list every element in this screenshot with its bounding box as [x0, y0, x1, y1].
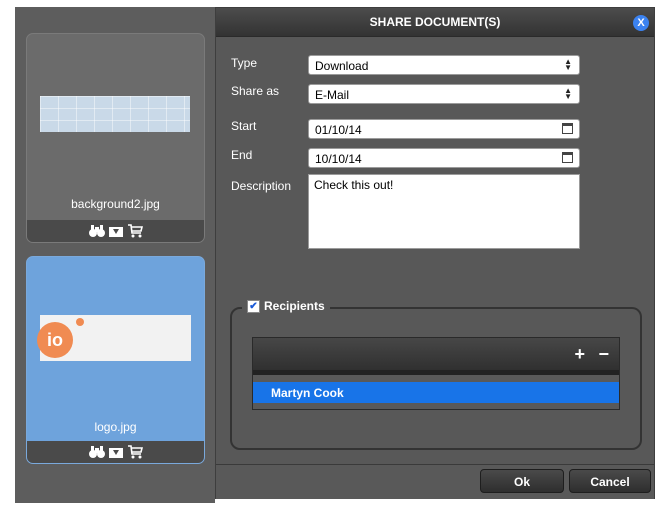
dialog-titlebar: SHARE DOCUMENT(S) X: [216, 8, 654, 37]
share-as-label: Share as: [231, 84, 280, 98]
thumbnail-card-logo[interactable]: io logo.jpg: [26, 256, 205, 464]
file-gallery: background2.jpg io logo.jpg: [15, 7, 215, 503]
recipients-grid: + − Martyn Cook: [252, 337, 620, 410]
add-icon[interactable]: +: [574, 345, 585, 363]
grid-header: + −: [253, 338, 619, 370]
cart-icon[interactable]: [127, 445, 143, 459]
cart-icon[interactable]: [127, 224, 143, 238]
end-date-field[interactable]: 10/10/14: [308, 148, 580, 168]
share-documents-dialog: SHARE DOCUMENT(S) X Type Download ▲ ▼ Sha…: [215, 7, 655, 499]
calendar-icon[interactable]: [562, 123, 573, 134]
end-label: End: [231, 148, 253, 162]
thumbnail-actions: [27, 441, 204, 463]
logo-image: io: [37, 322, 73, 358]
cancel-button[interactable]: Cancel: [569, 469, 651, 493]
remove-icon[interactable]: −: [598, 345, 609, 363]
description-textarea[interactable]: Check this out!: [308, 174, 580, 249]
select-arrows-icon: ▲ ▼: [564, 57, 572, 72]
recipient-row[interactable]: Martyn Cook: [253, 382, 619, 403]
end-date-value: 10/10/14: [315, 152, 362, 166]
binoculars-icon[interactable]: [88, 445, 105, 459]
thumbnail-filename: logo.jpg: [94, 420, 137, 434]
ok-button[interactable]: Ok: [480, 469, 564, 493]
thumbnail-card-background2[interactable]: background2.jpg: [26, 33, 205, 243]
thumbnail-filename: background2.jpg: [71, 197, 160, 211]
start-date-value: 01/10/14: [315, 123, 362, 137]
download-icon[interactable]: [108, 224, 124, 238]
type-select[interactable]: Download ▲ ▼: [308, 55, 580, 75]
binoculars-icon[interactable]: [88, 224, 105, 238]
start-label: Start: [231, 119, 257, 133]
close-icon[interactable]: X: [633, 15, 649, 31]
download-icon[interactable]: [108, 445, 124, 459]
type-select-value: Download: [315, 59, 369, 73]
recipients-legend: ✔ Recipients: [242, 299, 330, 313]
share-as-select-value: E-Mail: [315, 88, 350, 102]
share-as-select[interactable]: E-Mail ▲ ▼: [308, 84, 580, 104]
thumbnail-actions: [27, 220, 204, 242]
select-arrows-icon: ▲ ▼: [564, 86, 572, 101]
dialog-footer: Ok Cancel: [216, 464, 654, 499]
type-label: Type: [231, 56, 258, 70]
start-date-field[interactable]: 01/10/14: [308, 119, 580, 139]
description-label: Description: [231, 179, 292, 193]
recipients-checkbox[interactable]: ✔: [247, 299, 260, 313]
image-preview: [40, 96, 190, 132]
dialog-title: SHARE DOCUMENT(S): [369, 15, 501, 29]
recipients-label: Recipients: [264, 299, 325, 313]
grid-divider: [253, 370, 619, 375]
logo-dot: [76, 318, 84, 326]
calendar-icon[interactable]: [562, 152, 573, 163]
image-preview: io: [37, 315, 191, 361]
